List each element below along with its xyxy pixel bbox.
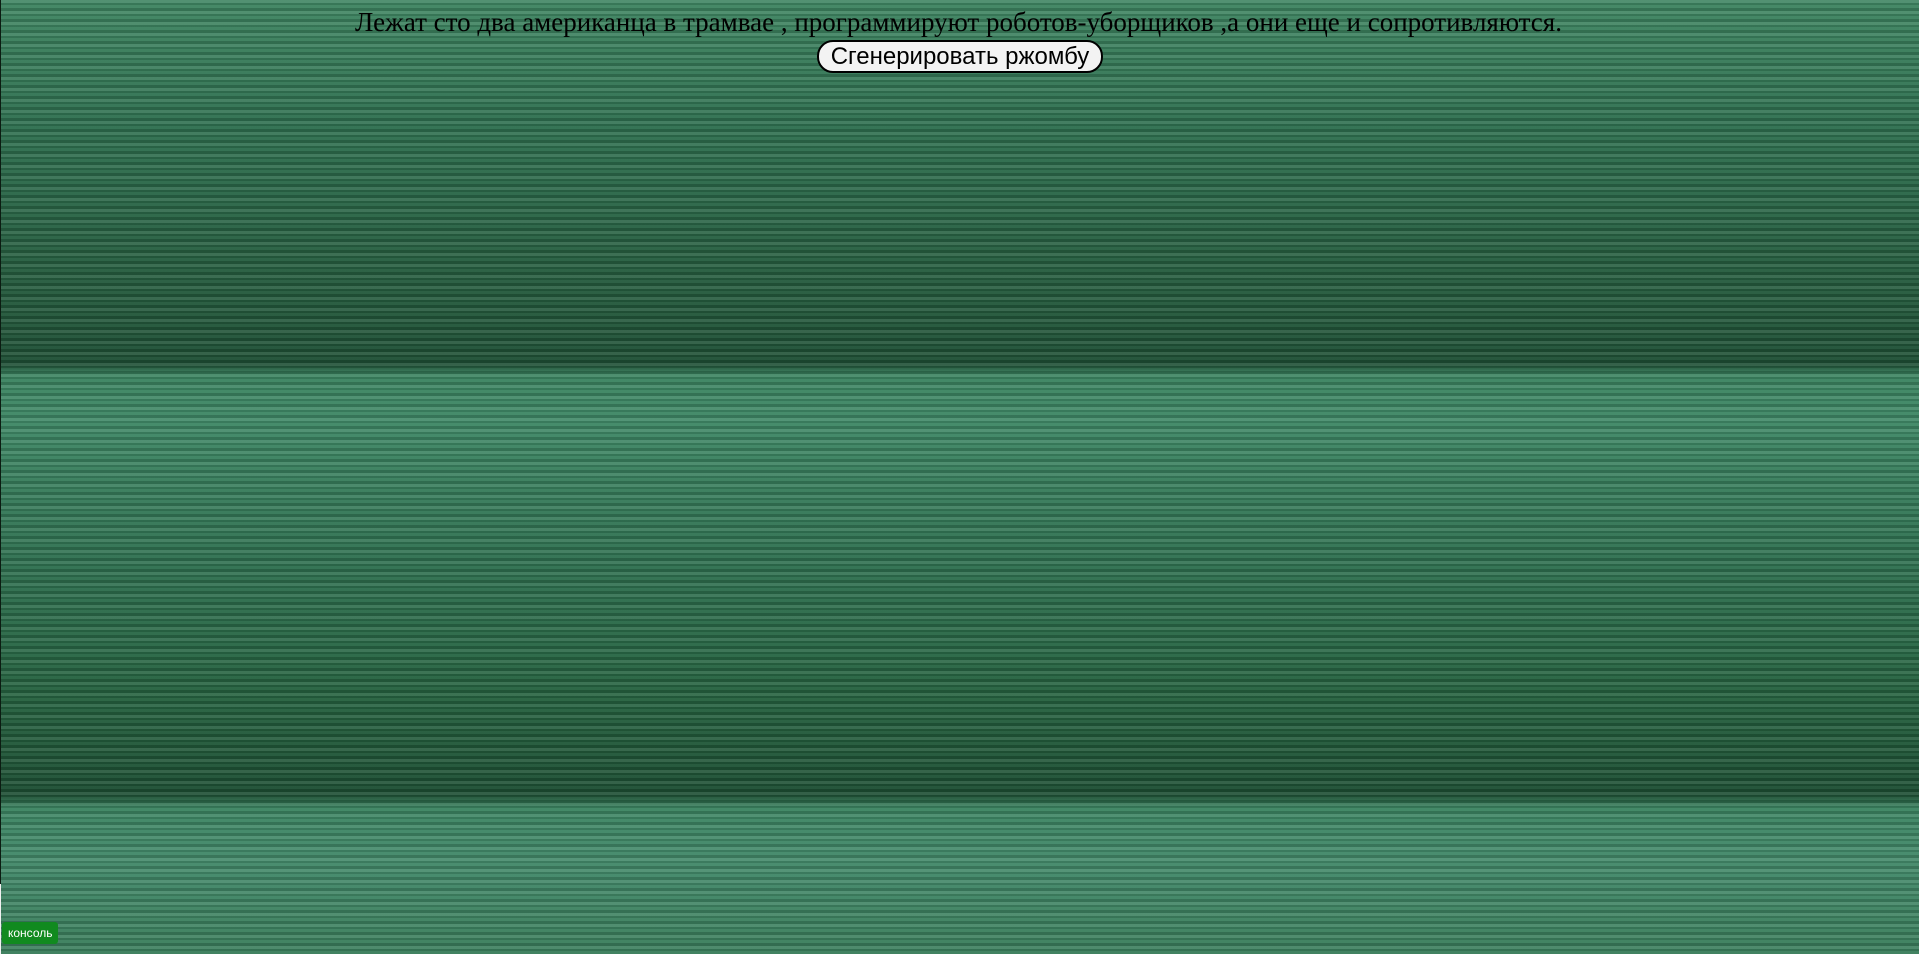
page-background: { "header": { "quote": "Лежат сто два ам… <box>0 0 1919 954</box>
left-edge-line <box>0 0 1 884</box>
generate-joke-button[interactable]: Сгенерировать ржомбу <box>817 40 1103 73</box>
joke-text: Лежат сто два американца в трамвае , про… <box>355 7 1562 37</box>
console-button[interactable]: консоль <box>2 922 59 944</box>
header: Лежат сто два американца в трамвае , про… <box>0 6 1919 38</box>
left-edge-highlight <box>0 884 1 954</box>
